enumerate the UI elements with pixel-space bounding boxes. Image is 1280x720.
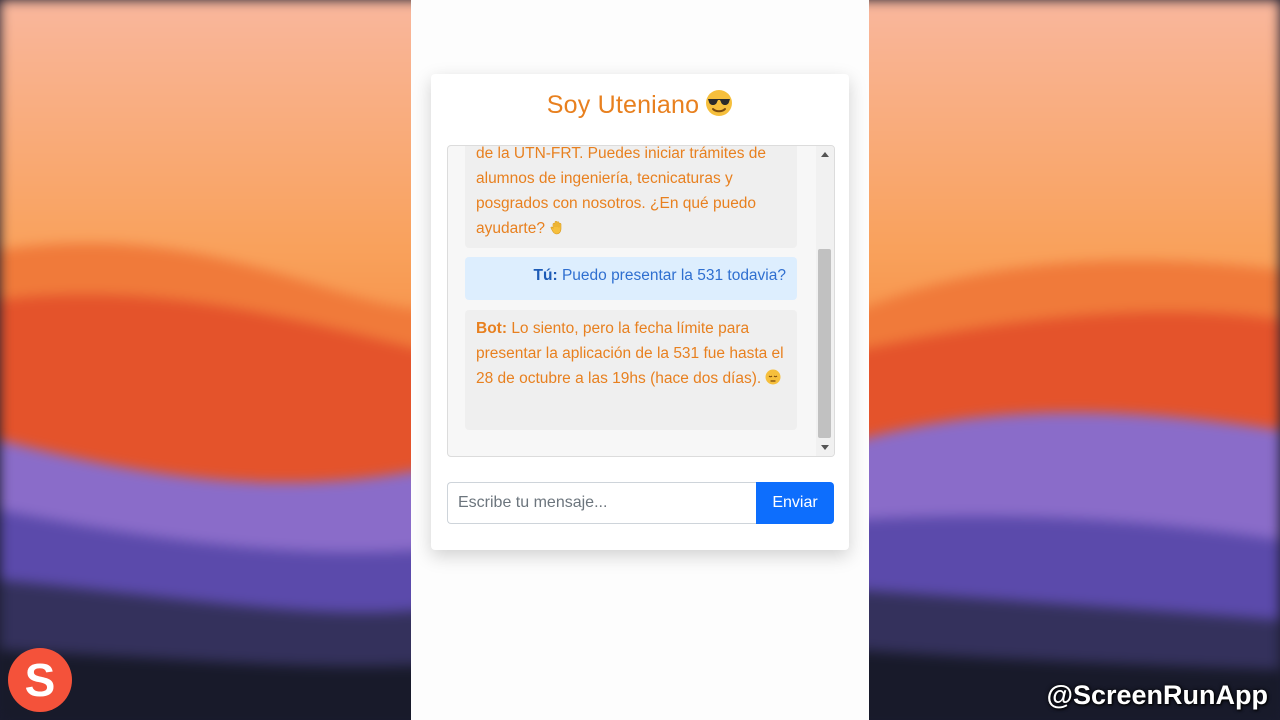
message-composer: Enviar	[447, 482, 834, 524]
sender-label-user: Tú:	[533, 267, 558, 284]
bot-message: de la UTN-FRT. Puedes iniciar trámites d…	[465, 146, 797, 248]
video-frame: Soy Uteniano de la UTN-FRT. Puedes inici…	[0, 0, 1280, 720]
chat-title: Soy Uteniano	[431, 89, 849, 120]
user-message: Tú: Puedo presentar la 531 todavia?	[465, 257, 797, 300]
screenrun-logo: S	[8, 648, 72, 712]
waving-hand-icon	[549, 218, 565, 235]
message-text: Puedo presentar la 531 todavia?	[561, 267, 786, 284]
chat-scrollbar[interactable]	[816, 146, 834, 456]
sender-label-bot: Bot:	[476, 320, 507, 337]
scrollbar-thumb[interactable]	[818, 249, 831, 438]
smiling-face-with-sunglasses-icon	[705, 89, 733, 117]
chat-card: Soy Uteniano de la UTN-FRT. Puedes inici…	[431, 74, 849, 550]
message-text: Lo siento, pero la fecha límite para pre…	[476, 320, 784, 387]
chat-title-text: Soy Uteniano	[546, 91, 700, 119]
bot-message: Bot: Lo siento, pero la fecha límite par…	[465, 310, 797, 430]
scroll-down-arrow-icon[interactable]	[821, 445, 829, 450]
send-button[interactable]: Enviar	[756, 482, 834, 524]
messages-list: de la UTN-FRT. Puedes iniciar trámites d…	[448, 146, 816, 456]
chat-messages-box[interactable]: de la UTN-FRT. Puedes iniciar trámites d…	[447, 145, 835, 457]
scroll-up-arrow-icon[interactable]	[821, 152, 829, 157]
message-text: de la UTN-FRT. Puedes iniciar trámites d…	[476, 146, 767, 237]
message-input[interactable]	[447, 482, 756, 524]
watermark-text: @ScreenRunApp	[1046, 680, 1268, 710]
pensive-face-icon	[765, 368, 781, 385]
phone-screen: Soy Uteniano de la UTN-FRT. Puedes inici…	[411, 0, 869, 720]
